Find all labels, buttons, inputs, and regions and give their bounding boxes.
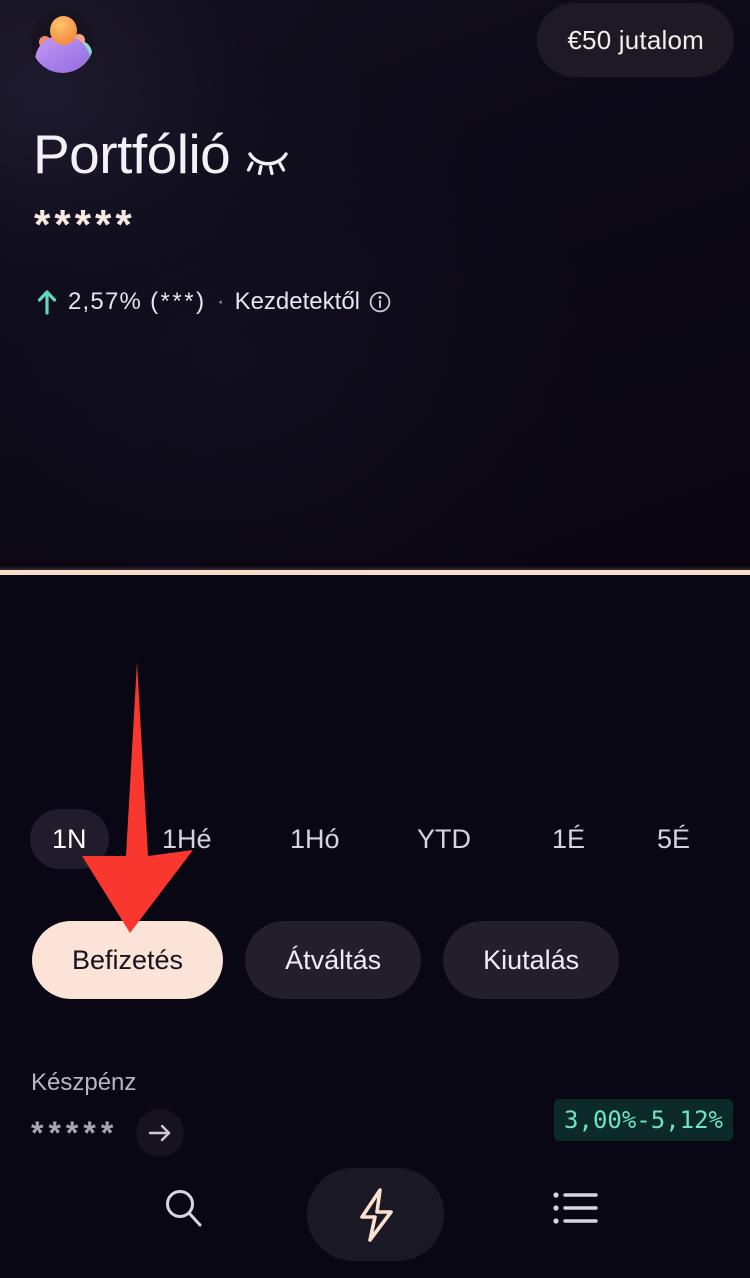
cash-masked-value: *****: [31, 1114, 119, 1151]
timeframe-selector: 1N 1Hé 1Hó YTD 1É 5É: [0, 809, 750, 869]
timeframe-label: 1Hé: [162, 823, 212, 854]
timeframe-1n[interactable]: 1N: [30, 809, 109, 869]
timeframe-1e[interactable]: 1É: [530, 809, 607, 869]
action-buttons: Befizetés Átváltás Kiutalás: [32, 921, 620, 999]
cash-details-button[interactable]: [136, 1109, 185, 1157]
eye-closed-icon[interactable]: [246, 145, 290, 175]
cash-row[interactable]: *****: [31, 1109, 185, 1157]
timeframe-ytd[interactable]: YTD: [395, 809, 493, 869]
interest-rate-badge: 3,00%-5,12%: [554, 1099, 733, 1141]
timeframe-label: 1Hó: [290, 823, 340, 854]
exchange-button[interactable]: Átváltás: [245, 921, 422, 999]
page-title-row: Portfólió: [33, 123, 290, 185]
exchange-button-label: Átváltás: [285, 944, 382, 975]
timeframe-label: YTD: [417, 823, 471, 854]
search-icon[interactable]: [160, 1184, 208, 1232]
app-screen: €50 jutalom Portfólió ***** 2,57% (***) …: [0, 0, 750, 1278]
timeframe-label: 5É: [657, 823, 691, 854]
performance-separator: ·: [216, 288, 225, 315]
performance-row[interactable]: 2,57% (***) · Kezdetektől: [36, 288, 391, 316]
arrow-up-icon: [37, 290, 57, 315]
cash-section-label: Készpénz: [31, 1069, 137, 1096]
withdraw-button[interactable]: Kiutalás: [443, 921, 620, 999]
performance-range-label: Kezdetektől: [234, 288, 360, 315]
timeframe-label: 1É: [552, 823, 586, 854]
performance-amount-masked: (***): [150, 288, 207, 315]
performance-percent: 2,57%: [68, 288, 143, 315]
quick-action-button[interactable]: [307, 1168, 444, 1261]
portfolio-header-section: €50 jutalom Portfólió ***** 2,57% (***) …: [0, 0, 750, 572]
reward-badge[interactable]: €50 jutalom: [537, 3, 734, 77]
timeframe-1ho[interactable]: 1Hó: [268, 809, 362, 869]
avatar-illustration: [31, 10, 94, 73]
lightning-bolt-icon: [359, 1187, 393, 1242]
page-title: Portfólió: [33, 123, 231, 185]
portfolio-controls-section: 1N 1Hé 1Hó YTD 1É 5É Befizetés Átváltás …: [0, 575, 750, 1278]
masked-balance[interactable]: *****: [34, 204, 136, 246]
list-icon[interactable]: [552, 1188, 598, 1228]
timeframe-1he[interactable]: 1Hé: [140, 809, 234, 869]
bottom-navigation: [0, 1168, 750, 1278]
avatar[interactable]: [31, 10, 94, 73]
arrow-right-icon: [149, 1124, 171, 1142]
avatar-shape-head: [50, 16, 77, 45]
info-icon[interactable]: [369, 291, 391, 313]
timeframe-label: 1N: [52, 823, 87, 854]
reward-badge-label: €50 jutalom: [567, 24, 704, 55]
withdraw-button-label: Kiutalás: [483, 944, 580, 975]
deposit-button[interactable]: Befizetés: [32, 921, 224, 999]
timeframe-5e[interactable]: 5É: [635, 809, 712, 869]
deposit-button-label: Befizetés: [72, 944, 184, 975]
